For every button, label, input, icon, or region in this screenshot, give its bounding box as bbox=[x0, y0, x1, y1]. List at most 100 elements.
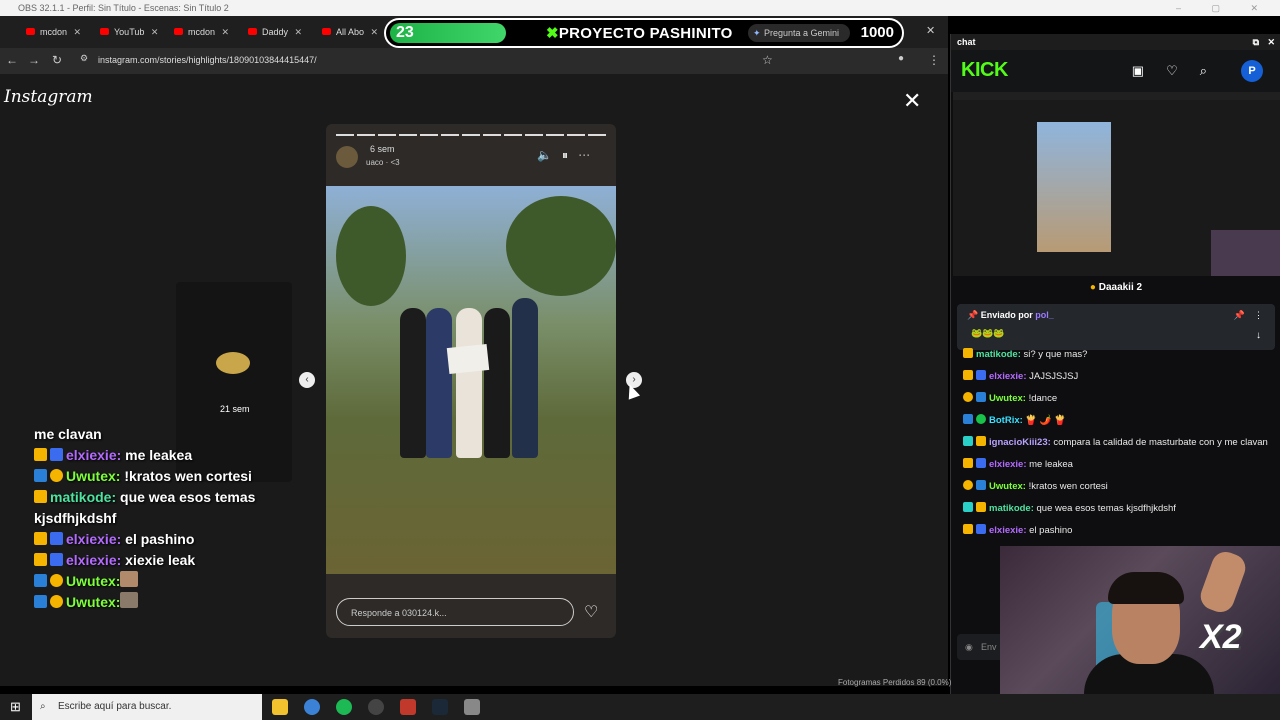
preview-tabbar bbox=[953, 92, 1280, 100]
more-icon[interactable]: ⋮ bbox=[1254, 310, 1263, 321]
windows-start-icon[interactable]: ⊞ bbox=[10, 699, 21, 715]
reload-icon[interactable]: ↻ bbox=[52, 53, 62, 67]
mute-icon[interactable]: 🔈 bbox=[537, 148, 562, 162]
photo-tree bbox=[506, 196, 616, 296]
youtube-icon bbox=[322, 28, 331, 35]
app-icon[interactable] bbox=[464, 699, 480, 715]
pinned-message: 📌 Enviado por pol_ 🐸🐸🐸 📌 ⋮ ↓ bbox=[957, 304, 1275, 350]
unpin-icon[interactable]: 📌 bbox=[1234, 310, 1245, 321]
site-info-icon[interactable]: ⚙ bbox=[80, 53, 88, 64]
browser-tab-2[interactable]: YouTub ✕ bbox=[96, 22, 158, 42]
pinned-label: 📌 Enviado por pol_ bbox=[967, 310, 1054, 320]
app-icon[interactable] bbox=[400, 699, 416, 715]
chrome-icon[interactable] bbox=[304, 699, 320, 715]
arrow-badge-icon bbox=[34, 469, 47, 482]
p-badge-icon bbox=[50, 448, 63, 461]
profile-icon[interactable]: ● bbox=[898, 53, 904, 64]
webcam-overlay: X2 bbox=[1000, 546, 1280, 694]
obs-icon[interactable] bbox=[368, 699, 384, 715]
back-icon[interactable]: ← bbox=[6, 53, 18, 67]
chat-message: BotRix: 🍟 🌶️ 🍟 bbox=[963, 414, 1273, 427]
chat-overlay-line: me clavan bbox=[34, 426, 102, 442]
close-tab-icon[interactable]: ✕ bbox=[73, 22, 81, 42]
close-story-icon[interactable]: ✕ bbox=[903, 88, 921, 114]
multiplier-label: X2 bbox=[1200, 618, 1242, 656]
level-badge-icon bbox=[50, 469, 63, 482]
arrow-badge-icon bbox=[34, 595, 47, 608]
chat-panel-header: chat ⧉ ✕ bbox=[951, 34, 1280, 50]
chat-message: Uwutex: !kratos wen cortesi bbox=[963, 480, 1273, 493]
chat-message: elxiexie: me leakea bbox=[963, 458, 1273, 471]
popout-icon[interactable]: ⧉ bbox=[1253, 34, 1259, 50]
chat-overlay-line: matikode: que wea esos temas kjsdfhjkdsh… bbox=[34, 489, 256, 526]
emoji-icon: ◉ bbox=[965, 642, 973, 652]
story-time: 6 sem bbox=[370, 144, 395, 154]
goal-target: 1000 bbox=[860, 24, 894, 41]
pause-icon[interactable]: ⏸ bbox=[562, 148, 578, 162]
forward-icon[interactable]: → bbox=[28, 53, 40, 67]
gemini-icon: ✦ bbox=[753, 28, 761, 38]
close-tab-icon[interactable]: ✕ bbox=[294, 22, 302, 42]
window-controls[interactable]: – ▢ ✕ bbox=[1176, 0, 1272, 16]
close-tab-icon[interactable]: ✕ bbox=[151, 22, 159, 42]
crown-badge-icon bbox=[34, 490, 47, 503]
heart-icon[interactable]: ♡ bbox=[1166, 63, 1200, 78]
coin-icon: ● bbox=[1089, 282, 1096, 293]
goal-progress-fill: 23 bbox=[390, 23, 506, 43]
windows-taskbar: ⊞ ⌕ Escribe aquí para buscar. bbox=[0, 694, 1280, 720]
chat-message: ignacioKiii23: compara la calidad de mas… bbox=[963, 436, 1273, 449]
url-field[interactable]: instagram.com/stories/highlights/1809010… bbox=[98, 55, 317, 65]
chat-message: matikode: si? y que mas? bbox=[963, 348, 1273, 361]
expand-down-icon[interactable]: ↓ bbox=[1256, 330, 1261, 341]
chat-overlay-line: elxiexie: el pashino bbox=[34, 529, 334, 550]
chat-overlay-line: elxiexie: xiexie leak bbox=[34, 550, 334, 571]
steam-icon[interactable] bbox=[432, 699, 448, 715]
story-reply-input[interactable]: Responde a 030124.k... bbox=[336, 598, 574, 626]
search-icon[interactable]: ⌕ bbox=[1200, 63, 1229, 78]
preview-story bbox=[1037, 122, 1111, 252]
close-window-icon[interactable]: ✕ bbox=[926, 24, 935, 37]
instagram-logo[interactable]: Instagram bbox=[4, 87, 93, 107]
close-tab-icon[interactable]: ✕ bbox=[370, 22, 378, 42]
story-avatar[interactable] bbox=[336, 146, 358, 168]
browser-tab-4[interactable]: Daddy ✕ bbox=[244, 22, 302, 42]
gemini-button[interactable]: ✦ Pregunta a Gemini bbox=[748, 24, 850, 42]
close-tab-icon[interactable]: ✕ bbox=[221, 22, 229, 42]
close-icon[interactable]: ✕ bbox=[1267, 34, 1275, 50]
photo-person bbox=[426, 308, 452, 458]
kick-logo[interactable]: KICK bbox=[961, 59, 1008, 82]
photo-person bbox=[512, 298, 538, 458]
emote-icon bbox=[120, 571, 139, 587]
browser-tab-1[interactable]: mcdon ✕ bbox=[22, 22, 81, 42]
more-options-icon[interactable]: ⋯ bbox=[578, 148, 600, 162]
p-badge-icon bbox=[50, 532, 63, 545]
browser-menu-icon[interactable]: ⋮ bbox=[928, 53, 940, 67]
window-titlebar: OBS 32.1.1 - Perfil: Sin Título - Escena… bbox=[0, 0, 1280, 16]
chat-overlay-line: Uwutex: !kratos wen cortesi bbox=[34, 466, 334, 487]
level-badge-icon bbox=[50, 574, 63, 587]
goal-counter: 23 bbox=[396, 24, 414, 41]
bookmark-star-icon[interactable]: ☆ bbox=[762, 53, 773, 67]
photo-person bbox=[456, 308, 482, 458]
p-badge-icon bbox=[50, 553, 63, 566]
file-explorer-icon[interactable] bbox=[272, 699, 288, 715]
browser-tab-3[interactable]: mcdon ✕ bbox=[170, 22, 229, 42]
chat-message: elxiexie: JAJSJSJSJ bbox=[963, 370, 1273, 383]
chat-overlay: me clavan elxiexie: me leakea Uwutex: !k… bbox=[34, 424, 334, 613]
photo-person bbox=[484, 308, 510, 458]
browser-tab-5[interactable]: All Abo ✕ bbox=[318, 22, 378, 42]
taskbar-search[interactable]: ⌕ Escribe aquí para buscar. bbox=[32, 694, 262, 720]
inbox-icon[interactable]: ▣ bbox=[1132, 63, 1166, 78]
user-avatar[interactable]: P bbox=[1241, 60, 1263, 82]
obs-status: Fotogramas Perdidos 89 (0.0%) bbox=[838, 678, 952, 687]
story-card[interactable]: 6 sem uaco · <3 🔈⏸⋯ Responde a 030124.k.… bbox=[326, 124, 616, 638]
chat-message: elxiexie: el pashino bbox=[963, 524, 1273, 537]
previous-story-icon[interactable]: ‹ bbox=[299, 372, 315, 388]
like-heart-icon[interactable]: ♡ bbox=[584, 602, 598, 622]
chat-message: matikode: que wea esos temas kjsdfhjkdsh… bbox=[963, 502, 1273, 515]
crown-badge-icon bbox=[34, 448, 47, 461]
spotify-icon[interactable] bbox=[336, 699, 352, 715]
pin-icon: 📌 bbox=[967, 310, 979, 320]
youtube-icon bbox=[248, 28, 257, 35]
photo-person bbox=[400, 308, 426, 458]
